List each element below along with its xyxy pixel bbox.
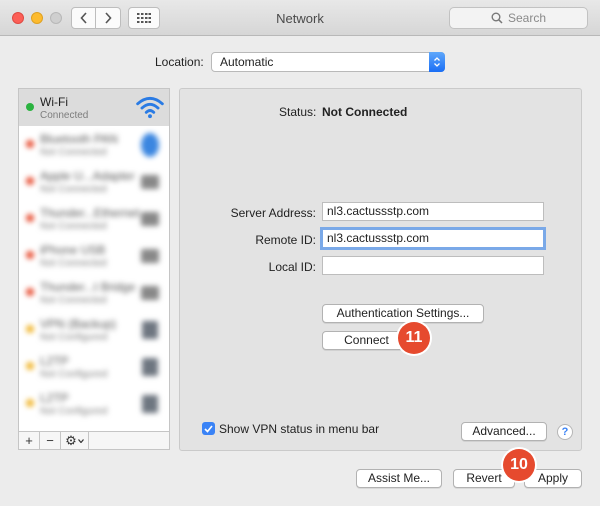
remote-id-label: Remote ID: <box>255 233 316 247</box>
service-status: Not Configured <box>40 369 108 380</box>
status-dot <box>26 251 34 259</box>
service-status: Not Connected <box>40 295 107 306</box>
vpn-icon <box>142 321 158 339</box>
service-status: Not Connected <box>40 147 107 158</box>
service-status: Not Configured <box>40 406 108 417</box>
action-menu-button[interactable]: ⚙ <box>61 432 89 449</box>
status-label: Status: <box>279 105 317 119</box>
checkmark-icon <box>204 424 213 433</box>
service-status: Not Connected <box>40 221 107 232</box>
service-name: Thunder...t Bridge <box>40 280 136 294</box>
service-name: Apple U...Adapter <box>40 169 135 183</box>
location-select[interactable]: Automatic <box>211 52 445 72</box>
help-button[interactable]: ? <box>557 424 573 440</box>
service-name: VPN (Backup) <box>40 317 117 331</box>
advanced-button[interactable]: Advanced... <box>461 422 547 441</box>
server-address-field[interactable]: nl3.cactussstp.com <box>322 202 544 221</box>
usb-icon <box>141 249 159 263</box>
service-status: Connected <box>40 110 89 121</box>
service-list[interactable]: Wi-Fi Connected Bluetooth PAN Not Connec… <box>18 88 170 432</box>
location-select-arrow <box>429 52 445 72</box>
service-item[interactable]: Thunder...Ethernet Not Connected <box>19 200 169 237</box>
search-field[interactable]: Search <box>449 7 588 29</box>
service-item[interactable]: L2TP Not Configured <box>19 385 169 422</box>
status-dot <box>26 103 34 111</box>
bridge-icon <box>141 286 159 300</box>
updown-chevron-icon <box>434 57 440 67</box>
status-dot <box>26 177 34 185</box>
status-dot <box>26 325 34 333</box>
service-name: iPhone USB <box>40 243 106 257</box>
local-id-field[interactable] <box>322 256 544 275</box>
location-value: Automatic <box>220 55 274 69</box>
service-status: Not Connected <box>40 184 107 195</box>
service-name: L2TP <box>40 354 69 368</box>
service-status: Not Connected <box>40 258 107 269</box>
search-icon <box>491 12 503 24</box>
wifi-icon <box>136 96 164 119</box>
service-item[interactable]: iPhone USB Not Connected <box>19 237 169 274</box>
local-id-label: Local ID: <box>268 260 316 274</box>
gear-icon: ⚙ <box>65 432 77 448</box>
service-name: Thunder...Ethernet <box>40 206 140 220</box>
location-label: Location: <box>155 55 204 69</box>
vpn-icon <box>142 395 158 413</box>
ethernet-icon <box>141 175 159 189</box>
service-item[interactable]: L2TP Not Configured <box>19 348 169 385</box>
step-badge-connect: 11 <box>398 322 430 354</box>
server-address-label: Server Address: <box>230 206 316 220</box>
service-name: Bluetooth PAN <box>40 132 118 146</box>
title-bar: Network Search <box>0 0 600 36</box>
service-item[interactable]: VPN (Backup) Not Configured <box>19 311 169 348</box>
remote-id-field[interactable]: nl3.cactussstp.com <box>320 227 546 250</box>
sidebar-toolbar: + − ⚙ <box>18 431 170 450</box>
service-item[interactable]: Apple U...Adapter Not Connected <box>19 163 169 200</box>
show-vpn-status-checkbox[interactable] <box>202 422 215 435</box>
authentication-settings-button[interactable]: Authentication Settings... <box>322 304 484 323</box>
remove-service-button[interactable]: − <box>40 432 61 449</box>
service-status: Not Configured <box>40 332 108 343</box>
status-dot <box>26 288 34 296</box>
service-item-wifi[interactable]: Wi-Fi Connected <box>19 89 169 126</box>
add-service-button[interactable]: + <box>19 432 40 449</box>
status-dot <box>26 214 34 222</box>
search-placeholder: Search <box>507 11 547 25</box>
service-name: L2TP <box>40 391 69 405</box>
ethernet-icon <box>141 212 159 226</box>
status-value: Not Connected <box>322 105 408 119</box>
assist-me-button[interactable]: Assist Me... <box>356 469 442 488</box>
service-name: Wi-Fi <box>40 95 68 109</box>
status-dot <box>26 140 34 148</box>
service-item[interactable]: Thunder...t Bridge Not Connected <box>19 274 169 311</box>
status-dot <box>26 362 34 370</box>
show-vpn-status-label: Show VPN status in menu bar <box>219 422 380 436</box>
vpn-icon <box>142 358 158 376</box>
service-item[interactable]: Bluetooth PAN Not Connected <box>19 126 169 163</box>
bluetooth-icon <box>141 133 159 157</box>
chevron-down-icon <box>77 438 84 443</box>
status-dot <box>26 399 34 407</box>
step-badge-apply: 10 <box>503 449 535 481</box>
